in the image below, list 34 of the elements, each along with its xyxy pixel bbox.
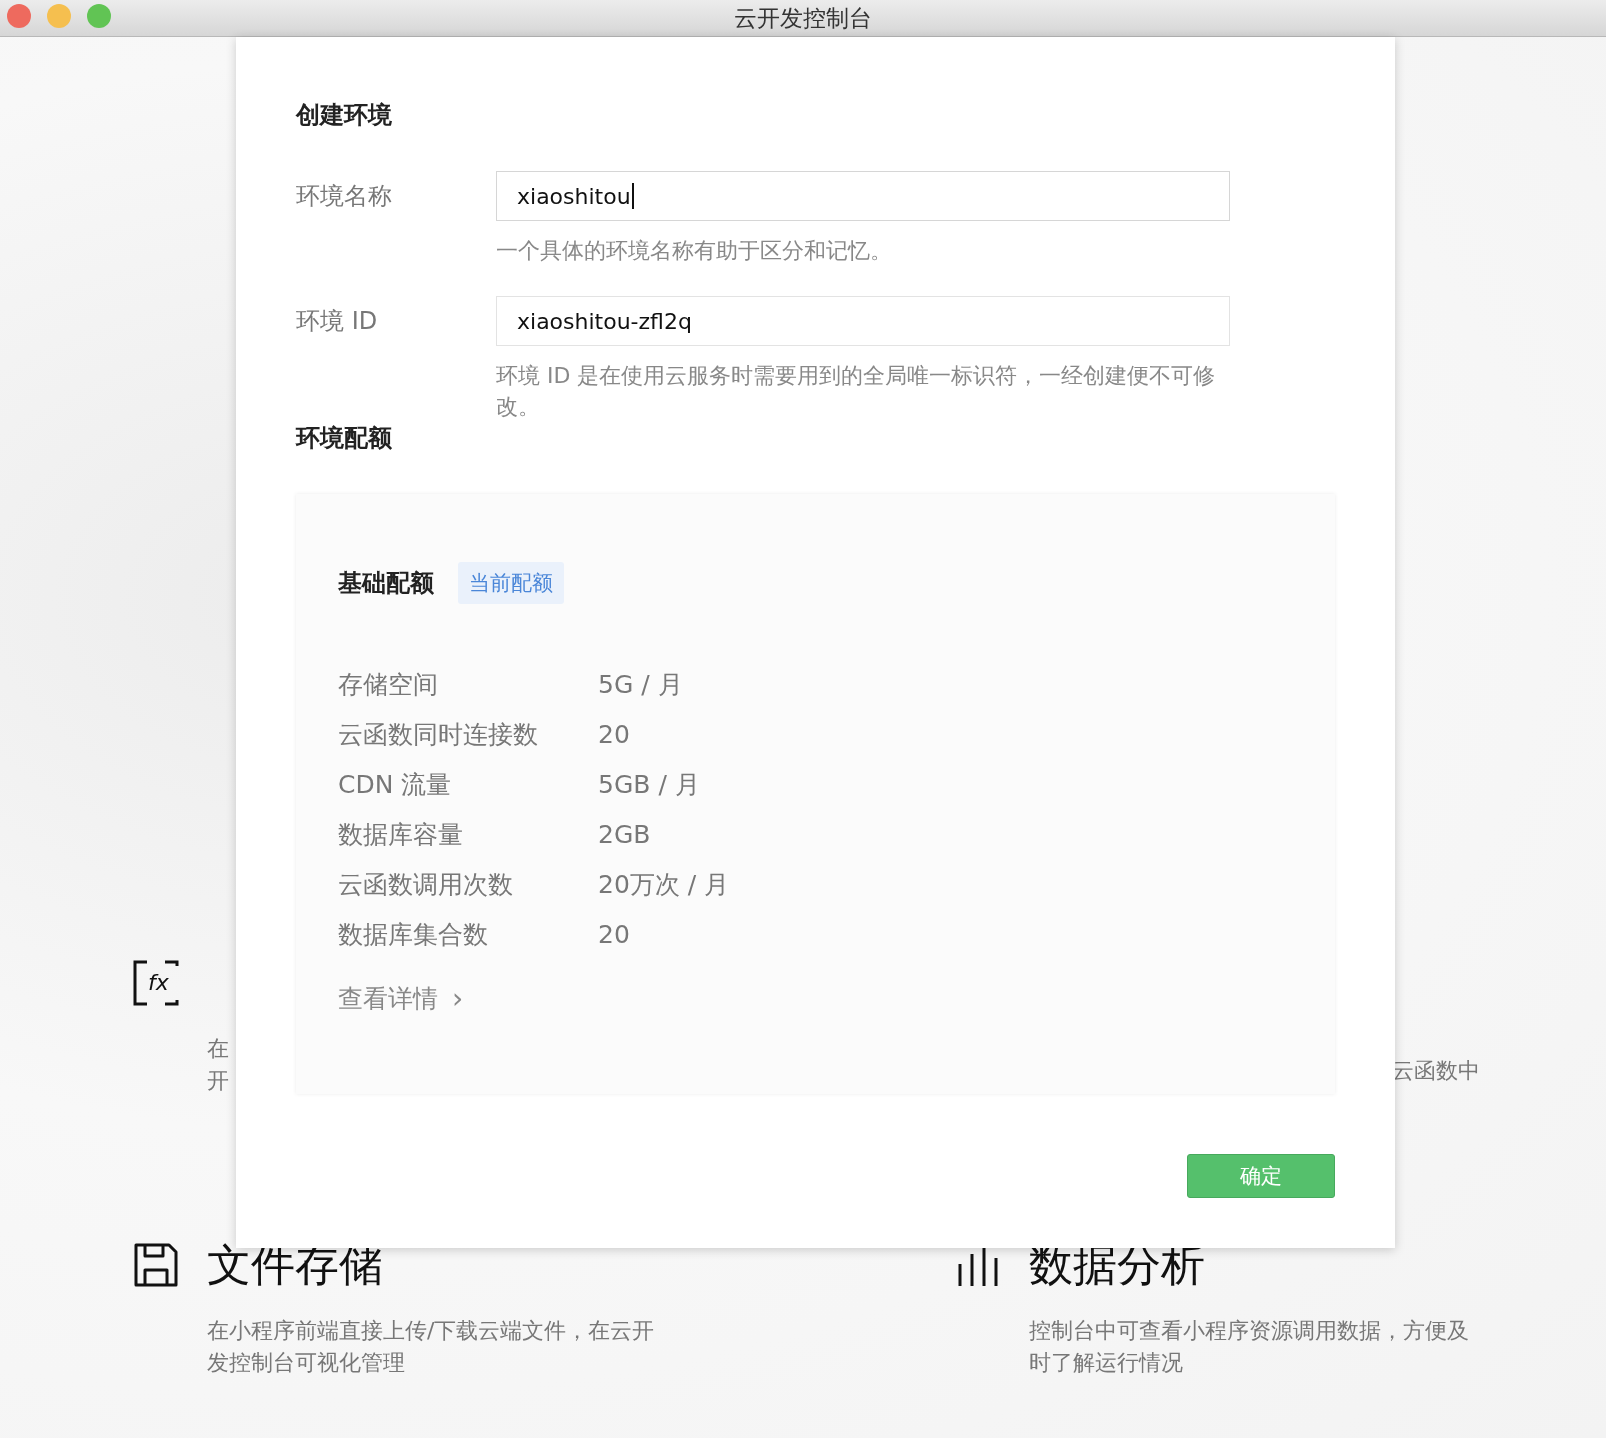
quota-label: 云函数同时连接数 — [338, 718, 539, 751]
dialog-title: 创建环境 — [296, 100, 393, 131]
current-quota-badge: 当前配额 — [458, 562, 564, 604]
quota-value: 5GB / 月 — [598, 768, 700, 801]
feature-description: 开 — [207, 1067, 230, 1095]
quota-label: CDN 流量 — [338, 768, 453, 801]
minimize-icon[interactable] — [47, 4, 71, 28]
feature-description: 控制台中可查看小程序资源调用数据，方便及 — [1029, 1317, 1470, 1345]
quota-label: 数据库容量 — [338, 818, 464, 851]
quota-title: 基础配额 — [338, 568, 434, 599]
field-hint: 环境 ID 是在使用云服务时需要用到的全局唯一标识符，一经创建便不可修改。 — [496, 362, 1217, 421]
input-field[interactable]: xiaoshitou — [496, 171, 1230, 221]
quota-value: 5G / 月 — [598, 668, 683, 701]
feature-description: 发控制台可视化管理 — [207, 1349, 406, 1377]
field-label: 环境 ID — [296, 306, 379, 337]
feature-description: 在小程序前端直接上传/下载云端文件，在云开 — [207, 1317, 656, 1345]
feature-description: 时了解运行情况 — [1029, 1349, 1184, 1377]
quota-value: 20 — [598, 719, 630, 749]
field-hint: 一个具体的环境名称有助于区分和记忆。 — [496, 237, 893, 265]
close-icon[interactable] — [7, 4, 31, 28]
quota-value: 2GB — [598, 819, 651, 849]
feature-description: 在 — [207, 1035, 230, 1063]
feature-description: 云函数中 — [1392, 1057, 1475, 1085]
quota-label: 存储空间 — [338, 668, 439, 701]
field-label: 环境名称 — [296, 181, 393, 212]
quota-label: 云函数调用次数 — [338, 868, 514, 901]
input-field[interactable]: xiaoshitou-zfl2q — [496, 296, 1230, 346]
window-title: 云开发控制台 — [734, 3, 872, 33]
quota-value: 20 — [598, 919, 630, 949]
quota-value: 20万次 / 月 — [598, 868, 730, 901]
feature-title: 文件存储 — [207, 1237, 383, 1292]
quota-label: 数据库集合数 — [338, 918, 489, 951]
section-heading: 环境配额 — [296, 423, 393, 454]
zoom-icon[interactable] — [87, 4, 111, 28]
